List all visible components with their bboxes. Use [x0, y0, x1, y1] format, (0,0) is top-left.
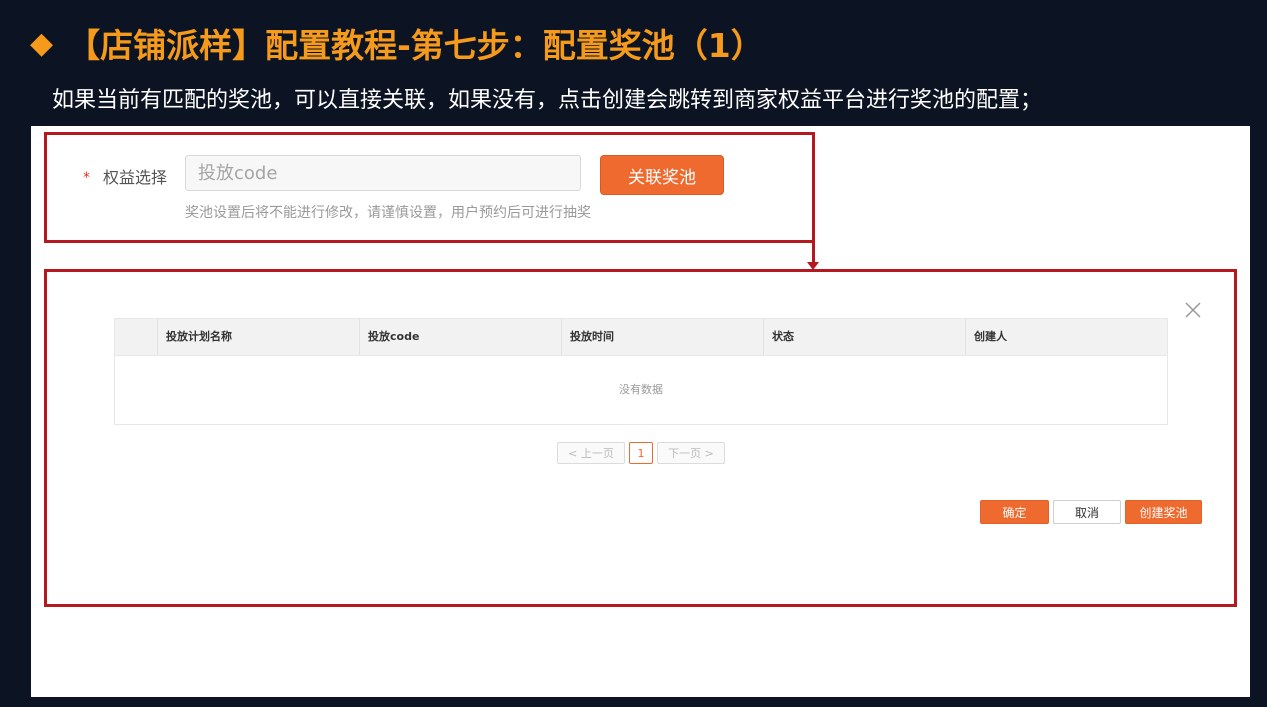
column-header-select — [115, 319, 157, 355]
column-header-plan-name: 投放计划名称 — [157, 319, 359, 355]
column-header-time: 投放时间 — [561, 319, 763, 355]
highlight-frame-form — [44, 132, 815, 243]
column-header-status: 状态 — [763, 319, 965, 355]
screenshot-canvas: * 权益选择 关联奖池 奖池设置后将不能进行修改，请谨慎设置，用户预约后可进行抽… — [31, 126, 1250, 697]
column-header-code: 投放code — [359, 319, 561, 355]
cancel-button[interactable]: 取消 — [1053, 500, 1121, 524]
slide-subtitle: 如果当前有匹配的奖池，可以直接关联，如果没有，点击创建会跳转到商家权益平台进行奖… — [52, 88, 1043, 113]
create-prize-pool-button[interactable]: 创建奖池 — [1125, 500, 1202, 524]
slide-title: ◆ 【店铺派样】配置教程-第七步：配置奖池（1） — [30, 18, 764, 68]
close-icon[interactable] — [1183, 300, 1203, 320]
table-empty-text: 没有数据 — [619, 383, 663, 396]
page-1-button[interactable]: 1 — [629, 442, 653, 464]
prev-page-button[interactable]: < 上一页 — [557, 442, 625, 464]
diamond-bullet-icon: ◆ — [30, 25, 54, 61]
confirm-button[interactable]: 确定 — [980, 500, 1049, 524]
next-page-button[interactable]: 下一页 > — [657, 442, 725, 464]
slide-title-text: 【店铺派样】配置教程-第七步：配置奖池（1） — [67, 26, 764, 65]
table-header: 投放计划名称 投放code 投放时间 状态 创建人 — [115, 319, 1167, 356]
delivery-plan-table: 投放计划名称 投放code 投放时间 状态 创建人 没有数据 — [114, 318, 1168, 425]
column-header-creator: 创建人 — [965, 319, 1167, 355]
